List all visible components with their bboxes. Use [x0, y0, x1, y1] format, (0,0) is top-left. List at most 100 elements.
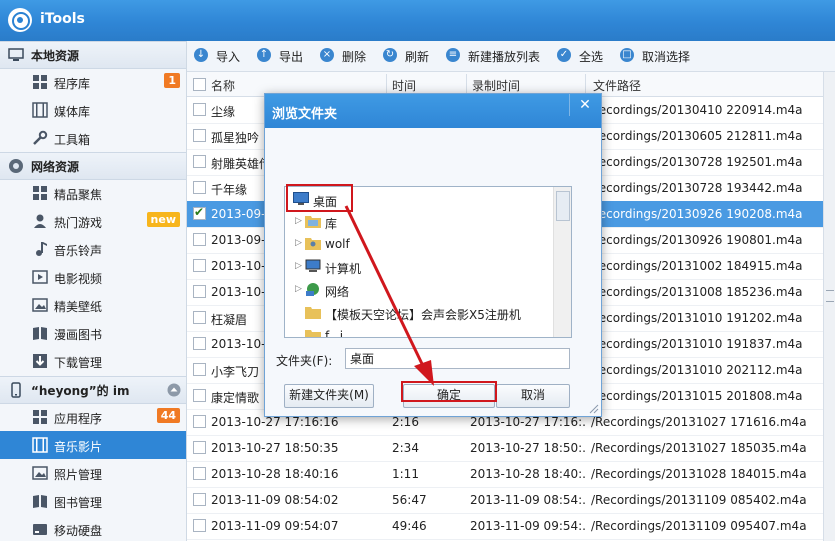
sidebar-item-media-library[interactable]: 媒体库	[0, 96, 186, 124]
row-checkbox[interactable]	[193, 233, 206, 246]
tree-node-folder[interactable]: 【模板天空论坛】会声会影X5注册机	[285, 302, 555, 324]
tree-node-library[interactable]: ▷ 库	[285, 211, 555, 233]
count-badge: 44	[156, 408, 180, 423]
row-checkbox[interactable]	[193, 181, 206, 194]
sidebar-item-apps[interactable]: 应用程序 44	[0, 403, 186, 431]
annotation-highlight-ok	[401, 381, 497, 402]
row-checkbox[interactable]	[193, 363, 206, 376]
row-checkbox[interactable]	[193, 493, 206, 506]
tree-scrollbar[interactable]	[553, 187, 571, 337]
sidebar-item-books[interactable]: 图书管理	[0, 487, 186, 515]
column-divider[interactable]	[585, 74, 586, 94]
delete-button[interactable]: × 删除	[320, 48, 370, 64]
sidebar-item-music[interactable]: 音乐铃声	[0, 235, 186, 263]
sidebar-section-local[interactable]: 本地资源	[0, 41, 186, 69]
folder-label: 文件夹(F):	[276, 354, 333, 368]
video-icon	[32, 270, 48, 284]
sidebar-item-wallpapers[interactable]: 精美壁纸	[0, 291, 186, 319]
export-button[interactable]: ↑ 导出	[257, 48, 307, 64]
tree-node-network[interactable]: ▷ 网络	[285, 279, 555, 301]
row-checkbox[interactable]	[193, 103, 206, 116]
expand-arrow-icon[interactable]: ▷	[295, 284, 302, 294]
folder-name-input[interactable]	[345, 348, 570, 369]
select-all-checkbox[interactable]	[193, 78, 206, 91]
refresh-button[interactable]: ↻ 刷新	[383, 48, 433, 64]
table-scrollbar[interactable]	[823, 72, 835, 541]
sidebar-item-movies[interactable]: 电影视频	[0, 263, 186, 291]
cell-recorded: 2013-10-27 17:16:...	[470, 415, 586, 429]
tree-node-user[interactable]: ▷ wolf	[285, 233, 555, 255]
tree-node-label: 网络	[325, 285, 350, 299]
table-row[interactable]: 2013-11-09 09:54:07 49:46 2013-11-09 09:54…	[187, 513, 823, 540]
row-checkbox[interactable]	[193, 519, 206, 532]
column-divider[interactable]	[386, 74, 387, 94]
row-checkbox[interactable]	[193, 389, 206, 402]
new-folder-button[interactable]: 新建文件夹(M)	[284, 384, 374, 408]
export-button-label: 导出	[279, 50, 304, 64]
tree-node-computer[interactable]: ▷ 计算机	[285, 256, 555, 278]
close-icon[interactable]: ✕	[569, 94, 600, 116]
cell-path: Recordings/20130728 193442.m4a	[591, 181, 803, 195]
select-all-button-label: 全选	[579, 50, 604, 64]
expand-arrow-icon[interactable]: ▷	[295, 261, 302, 271]
deselect-button[interactable]: □ 取消选择	[620, 48, 700, 64]
row-checkbox[interactable]	[193, 337, 206, 350]
dialog-title-bar[interactable]: 浏览文件夹 ✕	[265, 94, 601, 128]
cell-time: 56:47	[392, 493, 427, 507]
cell-path: /Recordings/20131109 095407.m4a	[591, 519, 807, 533]
cell-path: Recordings/20130926 190801.m4a	[591, 233, 803, 247]
expand-arrow-icon[interactable]: ▷	[295, 238, 302, 248]
row-checkbox[interactable]	[193, 415, 206, 428]
table-row[interactable]: 2013-11-09 08:54:02 56:47 2013-11-09 08:54…	[187, 487, 823, 514]
new-playlist-button[interactable]: ≡ 新建播放列表	[446, 48, 548, 64]
column-header-name[interactable]: 名称	[211, 77, 235, 94]
sidebar-item-photos[interactable]: 照片管理	[0, 459, 186, 487]
sidebar-section-network[interactable]: 网络资源	[0, 152, 186, 180]
expand-arrow-icon[interactable]: ▷	[295, 216, 302, 226]
row-checkbox[interactable]	[193, 155, 206, 168]
column-header-time[interactable]: 时间	[392, 77, 416, 94]
select-all-button[interactable]: ✓ 全选	[557, 48, 607, 64]
cell-time: 1:11	[392, 467, 419, 481]
import-button[interactable]: ↓ 导入	[194, 48, 244, 64]
folder-icon	[305, 330, 321, 337]
eject-icon[interactable]	[167, 383, 181, 397]
sidebar-item-label: 音乐铃声	[54, 244, 103, 258]
sidebar-item-app-library[interactable]: 程序库 1	[0, 68, 186, 96]
sidebar-item-toolbox[interactable]: 工具箱	[0, 124, 186, 152]
resize-grip-icon[interactable]	[587, 402, 599, 414]
cell-path: Recordings/20131010 191837.m4a	[591, 337, 803, 351]
row-checkbox[interactable]	[193, 205, 206, 220]
sidebar-section-device[interactable]: “heyong”的 im	[0, 376, 186, 404]
sidebar-item-downloads[interactable]: 下载管理	[0, 347, 186, 375]
cancel-button[interactable]: 取消	[496, 384, 570, 408]
monitor-icon	[8, 48, 24, 61]
row-checkbox[interactable]	[193, 285, 206, 298]
row-checkbox[interactable]	[193, 311, 206, 324]
sidebar-item-music-video[interactable]: 音乐影片	[0, 431, 186, 459]
column-header-recorded[interactable]: 录制时间	[472, 77, 520, 94]
scroll-grip[interactable]	[826, 290, 834, 302]
export-icon: ↑	[257, 48, 271, 62]
column-divider[interactable]	[466, 74, 467, 94]
sidebar-item-featured[interactable]: 精品聚焦	[0, 179, 186, 207]
sidebar-item-comics[interactable]: 漫画图书	[0, 319, 186, 347]
row-checkbox[interactable]	[193, 129, 206, 142]
film-icon	[32, 437, 48, 453]
select-all-icon: ✓	[557, 48, 571, 62]
new-badge: new	[146, 212, 180, 227]
tree-scroll-thumb[interactable]	[556, 191, 570, 221]
deselect-button-label: 取消选择	[642, 50, 691, 64]
column-header-path[interactable]: 文件路径	[593, 77, 641, 94]
row-checkbox[interactable]	[193, 441, 206, 454]
table-row[interactable]: 2013-10-28 18:40:16 1:11 2013-10-28 18:40:…	[187, 461, 823, 488]
table-row[interactable]: 2013-10-27 18:50:35 2:34 2013-10-27 18:50:…	[187, 435, 823, 462]
drive-icon	[33, 524, 47, 535]
row-checkbox[interactable]	[193, 259, 206, 272]
sidebar-item-hot-games[interactable]: 热门游戏 new	[0, 207, 186, 235]
row-checkbox[interactable]	[193, 467, 206, 480]
tree-node-folder[interactable]: f...i	[285, 325, 555, 337]
user-folder-icon	[305, 238, 321, 250]
sidebar-item-label: 漫画图书	[54, 328, 103, 342]
sidebar-item-drive[interactable]: 移动硬盘	[0, 515, 186, 543]
